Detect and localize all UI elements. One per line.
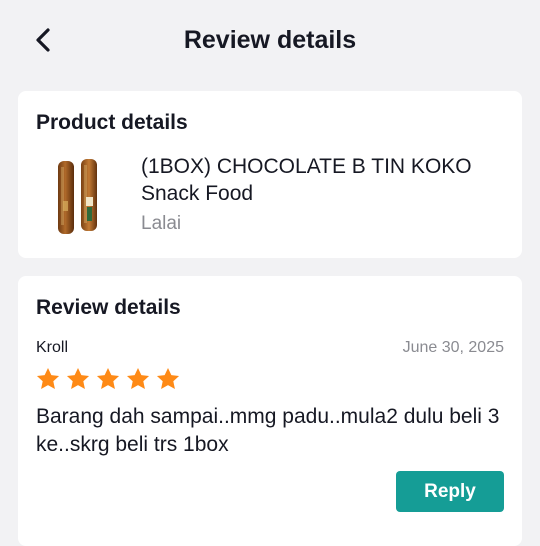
star-icon — [126, 367, 150, 389]
star-icon — [36, 367, 60, 389]
product-image — [58, 159, 97, 234]
review-date: June 30, 2025 — [402, 339, 504, 356]
product-thumbnail[interactable] — [48, 157, 110, 237]
reply-button[interactable]: Reply — [396, 471, 504, 512]
star-icon — [96, 367, 120, 389]
star-icon — [66, 367, 90, 389]
top-bar: Review details — [0, 0, 540, 82]
product-details-card: Product details (1BOX) CHOCOLATE B TIN K… — [18, 91, 522, 258]
star-icon — [156, 367, 180, 389]
star-rating — [35, 366, 181, 392]
review-text: Barang dah sampai..mmg padu..mula2 dulu … — [36, 405, 500, 456]
reviewer-name: Kroll — [36, 339, 69, 356]
product-name[interactable]: (1BOX) CHOCOLATE B TIN KOKO Snack Food — [141, 153, 511, 207]
review-details-heading: Review details — [36, 296, 181, 319]
product-details-heading: Product details — [36, 111, 188, 134]
review-details-card: Review details Kroll June 30, 2025 Baran… — [18, 276, 522, 546]
page-title: Review details — [183, 26, 357, 54]
shop-name: Lalai — [141, 213, 182, 234]
